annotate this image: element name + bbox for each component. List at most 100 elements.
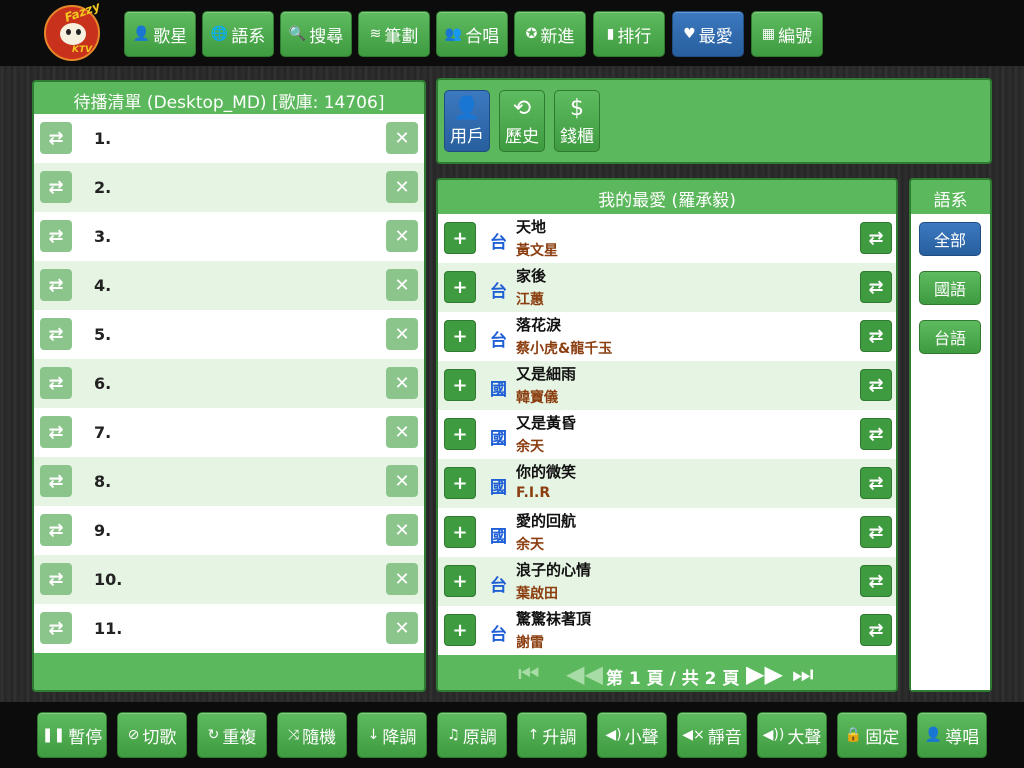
insert-song-button[interactable]: ⇄	[860, 467, 892, 499]
song-artist[interactable]: 葉啟田	[516, 583, 558, 603]
control-label: 大聲	[787, 727, 822, 748]
volume-up-button[interactable]: ◀)) 大聲	[757, 712, 827, 758]
remove-button[interactable]: ✕	[386, 416, 418, 448]
app-logo[interactable]: Fazzy KTV	[44, 0, 102, 61]
repeat-icon[interactable]: ⇄	[40, 318, 72, 350]
nav-duet-button[interactable]: 👥 合唱	[436, 11, 508, 57]
key-up-button[interactable]: ↑ 升調	[517, 712, 587, 758]
remove-button[interactable]: ✕	[386, 318, 418, 350]
filter-mandarin-button[interactable]: 國語	[919, 271, 981, 305]
next-page-icon[interactable]: ▶▶	[746, 660, 783, 688]
song-artist[interactable]: 余天	[516, 534, 544, 554]
insert-song-button[interactable]: ⇄	[860, 369, 892, 401]
song-title[interactable]: 又是細雨	[516, 363, 576, 384]
repeat-icon[interactable]: ⇄	[40, 367, 72, 399]
add-song-button[interactable]: +	[444, 565, 476, 597]
song-title[interactable]: 又是黃昏	[516, 412, 576, 433]
add-song-button[interactable]: +	[444, 222, 476, 254]
volume-down-button[interactable]: ◀) 小聲	[597, 712, 667, 758]
mute-button[interactable]: ◀× 靜音	[677, 712, 747, 758]
control-label: 重複	[222, 727, 257, 748]
repeat-icon[interactable]: ⇄	[40, 416, 72, 448]
insert-song-button[interactable]: ⇄	[860, 222, 892, 254]
add-song-button[interactable]: +	[444, 271, 476, 303]
repeat-icon[interactable]: ⇄	[40, 465, 72, 497]
insert-song-button[interactable]: ⇄	[860, 418, 892, 450]
nav-number-button[interactable]: ▦ 編號	[751, 11, 823, 57]
repeat-icon[interactable]: ⇄	[40, 514, 72, 546]
nav-strokes-button[interactable]: ≋ 筆劃	[358, 11, 430, 57]
repeat-icon[interactable]: ⇄	[40, 220, 72, 252]
remove-button[interactable]: ✕	[386, 465, 418, 497]
tab-money[interactable]: $ 錢櫃	[554, 90, 600, 152]
song-title[interactable]: 浪子的心情	[516, 559, 591, 580]
key-down-button[interactable]: ↓ 降調	[357, 712, 427, 758]
add-song-button[interactable]: +	[444, 369, 476, 401]
song-artist[interactable]: 蔡小虎&龍千玉	[516, 338, 612, 358]
remove-button[interactable]: ✕	[386, 220, 418, 252]
song-artist[interactable]: F.I.R	[516, 485, 550, 501]
nav-new-button[interactable]: ✪ 新進	[514, 11, 586, 57]
pause-button[interactable]: ❚❚ 暫停	[37, 712, 107, 758]
song-title[interactable]: 驚驚袜著頂	[516, 608, 591, 629]
song-artist[interactable]: 韓寶儀	[516, 387, 558, 407]
repeat-icon[interactable]: ⇄	[40, 612, 72, 644]
shuffle-button[interactable]: ⤨ 隨機	[277, 712, 347, 758]
add-song-button[interactable]: +	[444, 320, 476, 352]
nav-language-button[interactable]: 🌐 語系	[202, 11, 274, 57]
guide-vocal-button[interactable]: 👤 導唱	[917, 712, 987, 758]
last-page-icon[interactable]: ⏭	[792, 660, 814, 688]
song-title[interactable]: 愛的回航	[516, 510, 576, 531]
insert-song-button[interactable]: ⇄	[860, 614, 892, 646]
song-title[interactable]: 你的微笑	[516, 461, 576, 482]
add-song-button[interactable]: +	[444, 614, 476, 646]
favorites-title: 我的最愛 (羅承毅)	[598, 191, 736, 211]
song-title[interactable]: 家後	[516, 265, 546, 286]
repeat-button[interactable]: ↻ 重複	[197, 712, 267, 758]
remove-button[interactable]: ✕	[386, 563, 418, 595]
song-artist[interactable]: 江蕙	[516, 289, 544, 309]
repeat-icon[interactable]: ⇄	[40, 171, 72, 203]
volume-high-icon: ◀))	[762, 727, 785, 743]
song-title[interactable]: 落花淚	[516, 314, 561, 335]
add-song-button[interactable]: +	[444, 418, 476, 450]
remove-button[interactable]: ✕	[386, 171, 418, 203]
remove-button[interactable]: ✕	[386, 514, 418, 546]
song-row: + 台 落花淚 蔡小虎&龍千玉 ⇄	[438, 312, 896, 361]
remove-button[interactable]: ✕	[386, 612, 418, 644]
nav-favorites-button[interactable]: ♥ 最愛	[672, 11, 744, 57]
filter-all-button[interactable]: 全部	[919, 222, 981, 256]
tab-user[interactable]: 👤 用戶	[444, 90, 490, 152]
queue-row: ⇄ 1. ✕	[34, 114, 424, 163]
song-row: + 國 又是黃昏 余天 ⇄	[438, 410, 896, 459]
logo-subtext: KTV	[72, 45, 93, 55]
lock-button[interactable]: 🔒 固定	[837, 712, 907, 758]
pause-icon: ❚❚	[41, 727, 66, 743]
filter-taiwanese-button[interactable]: 台語	[919, 320, 981, 354]
song-title[interactable]: 天地	[516, 216, 546, 237]
prev-page-icon[interactable]: ◀◀	[566, 660, 603, 688]
remove-button[interactable]: ✕	[386, 269, 418, 301]
insert-song-button[interactable]: ⇄	[860, 320, 892, 352]
song-artist[interactable]: 謝雷	[516, 632, 544, 652]
remove-button[interactable]: ✕	[386, 367, 418, 399]
nav-singer-button[interactable]: 👤 歌星	[124, 11, 196, 57]
insert-song-button[interactable]: ⇄	[860, 271, 892, 303]
repeat-icon[interactable]: ⇄	[40, 122, 72, 154]
nav-ranking-button[interactable]: ▮ 排行	[593, 11, 665, 57]
tab-history[interactable]: ⟲ 歷史	[499, 90, 545, 152]
add-song-button[interactable]: +	[444, 516, 476, 548]
insert-song-button[interactable]: ⇄	[860, 565, 892, 597]
add-song-button[interactable]: +	[444, 467, 476, 499]
repeat-icon[interactable]: ⇄	[40, 269, 72, 301]
song-artist[interactable]: 黃文星	[516, 240, 558, 260]
insert-song-button[interactable]: ⇄	[860, 516, 892, 548]
song-row: + 國 又是細雨 韓寶儀 ⇄	[438, 361, 896, 410]
repeat-icon[interactable]: ⇄	[40, 563, 72, 595]
song-artist[interactable]: 余天	[516, 436, 544, 456]
nav-search-button[interactable]: 🔍 搜尋	[280, 11, 352, 57]
remove-button[interactable]: ✕	[386, 122, 418, 154]
skip-button[interactable]: ⊘ 切歌	[117, 712, 187, 758]
original-key-button[interactable]: ♫ 原調	[437, 712, 507, 758]
first-page-icon[interactable]: ⏮	[518, 660, 540, 688]
